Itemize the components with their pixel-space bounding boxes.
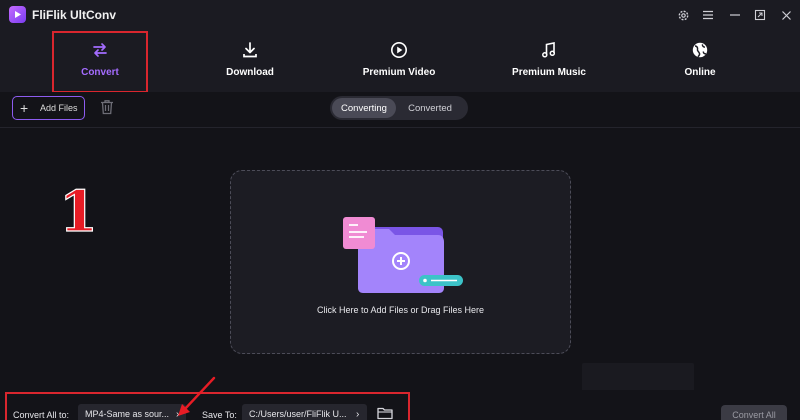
folder-illustration-icon [343,217,463,293]
path-chevron-right-icon: › [356,409,360,420]
step-number: 1 [58,179,98,245]
nav-item-convert[interactable]: Convert [55,30,145,92]
app-title: FliFlik UltConv [32,8,116,22]
play-circle-icon [390,41,408,59]
add-files-label: Add Files [40,103,78,113]
toolbar: + Add Files Converting Converted [0,92,800,128]
drop-zone-text: Click Here to Add Files or Drag Files He… [316,305,485,315]
nav-item-premium-music[interactable]: Premium Music [499,30,599,92]
nav-item-premium-video[interactable]: Premium Video [349,30,449,92]
nav-label-online: Online [684,67,716,78]
tab-converted[interactable]: Converted [396,98,464,118]
file-drop-zone[interactable]: Click Here to Add Files or Drag Files He… [230,170,571,354]
tab-converting[interactable]: Converting [332,98,396,118]
restore-icon[interactable] [752,7,768,23]
menu-icon[interactable] [700,7,716,23]
download-icon [241,41,259,59]
nav-item-download[interactable]: Download [205,30,295,92]
plus-icon: + [20,100,29,116]
save-to-label: Save To: [202,410,237,420]
close-icon[interactable] [778,7,794,23]
globe-icon [691,41,709,59]
main-area: 1 Click Here to Add Files or Drag Files … [0,128,800,413]
nav-item-online[interactable]: Online [655,30,745,92]
convert-all-to-label: Convert All to: [13,410,70,420]
output-format-value: MP4-Same as sour... [85,409,170,419]
output-format-select[interactable]: MP4-Same as sour... [78,404,186,420]
nav-label-premium-music: Premium Music [512,67,586,78]
trash-icon[interactable] [99,98,115,116]
open-folder-icon[interactable] [377,406,393,420]
nav-label-download: Download [226,67,274,78]
app-logo-icon [9,6,26,23]
nav-label-convert: Convert [81,67,119,78]
convert-all-button[interactable]: Convert All [721,405,787,420]
bottom-bar: Convert All to: MP4-Same as sour... › Sa… [0,390,800,420]
add-files-button[interactable]: + Add Files [12,96,85,120]
main-nav: Convert Download Premium Video Premium M… [0,30,800,92]
nav-label-premium-video: Premium Video [362,67,436,78]
format-chevron-right-icon: › [176,409,180,420]
status-tab-switch: Converting Converted [330,96,468,120]
save-path-value: C:/Users/user/FliFlik U... [249,409,347,419]
title-bar: FliFlik UltConv [0,0,800,30]
swap-arrows-icon [91,41,109,59]
music-note-icon [540,41,558,59]
minimize-icon[interactable] [727,7,743,23]
save-path-select[interactable]: C:/Users/user/FliFlik U... [242,404,367,420]
gear-icon[interactable] [675,7,691,23]
